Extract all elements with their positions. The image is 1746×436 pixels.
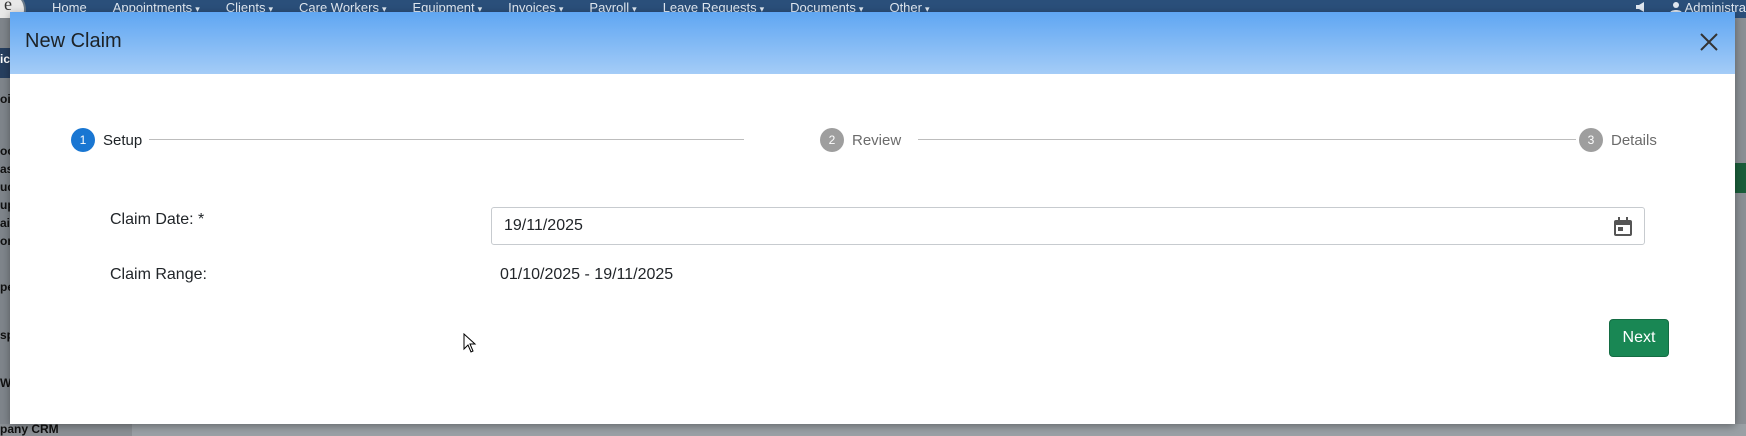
step-label: Setup (103, 131, 143, 149)
close-button[interactable] (1695, 28, 1723, 56)
calendar-icon (1614, 217, 1632, 236)
modal-header: New Claim (10, 12, 1735, 74)
background-strip (132, 424, 1746, 436)
claim-date-label: Claim Date: * (110, 211, 205, 228)
background-crm-label: pany CRM (0, 422, 59, 436)
claim-stepper: 1 Setup 2 Review 3 Details (71, 127, 1671, 153)
step-connector (918, 139, 1576, 140)
step-number: 2 (820, 128, 844, 152)
modal-title: New Claim (25, 30, 122, 52)
step-details[interactable]: 3 Details (1579, 127, 1657, 153)
claim-range-label: Claim Range: (110, 266, 207, 283)
new-claim-modal: New Claim 1 Setup 2 Review 3 Details Cla… (10, 12, 1735, 424)
step-connector (149, 139, 744, 140)
claim-date-field[interactable] (491, 207, 1645, 245)
mouse-cursor-icon (463, 333, 477, 353)
step-number: 3 (1579, 128, 1603, 152)
close-icon (1700, 33, 1718, 51)
calendar-button[interactable] (1612, 216, 1634, 238)
step-setup[interactable]: 1 Setup (71, 127, 142, 153)
background-button (1734, 163, 1746, 193)
sidebar-fragment: ic (0, 52, 11, 66)
step-review[interactable]: 2 Review (820, 127, 901, 153)
claim-date-input[interactable] (504, 208, 1594, 244)
claim-range-value: 01/10/2025 - 19/11/2025 (500, 266, 674, 283)
background-footer: pany CRM (0, 422, 1746, 436)
next-button[interactable]: Next (1609, 319, 1669, 357)
step-label: Details (1611, 131, 1657, 149)
step-label: Review (852, 131, 902, 149)
step-number: 1 (71, 128, 95, 152)
sidebar-fragment: ai (0, 216, 11, 230)
